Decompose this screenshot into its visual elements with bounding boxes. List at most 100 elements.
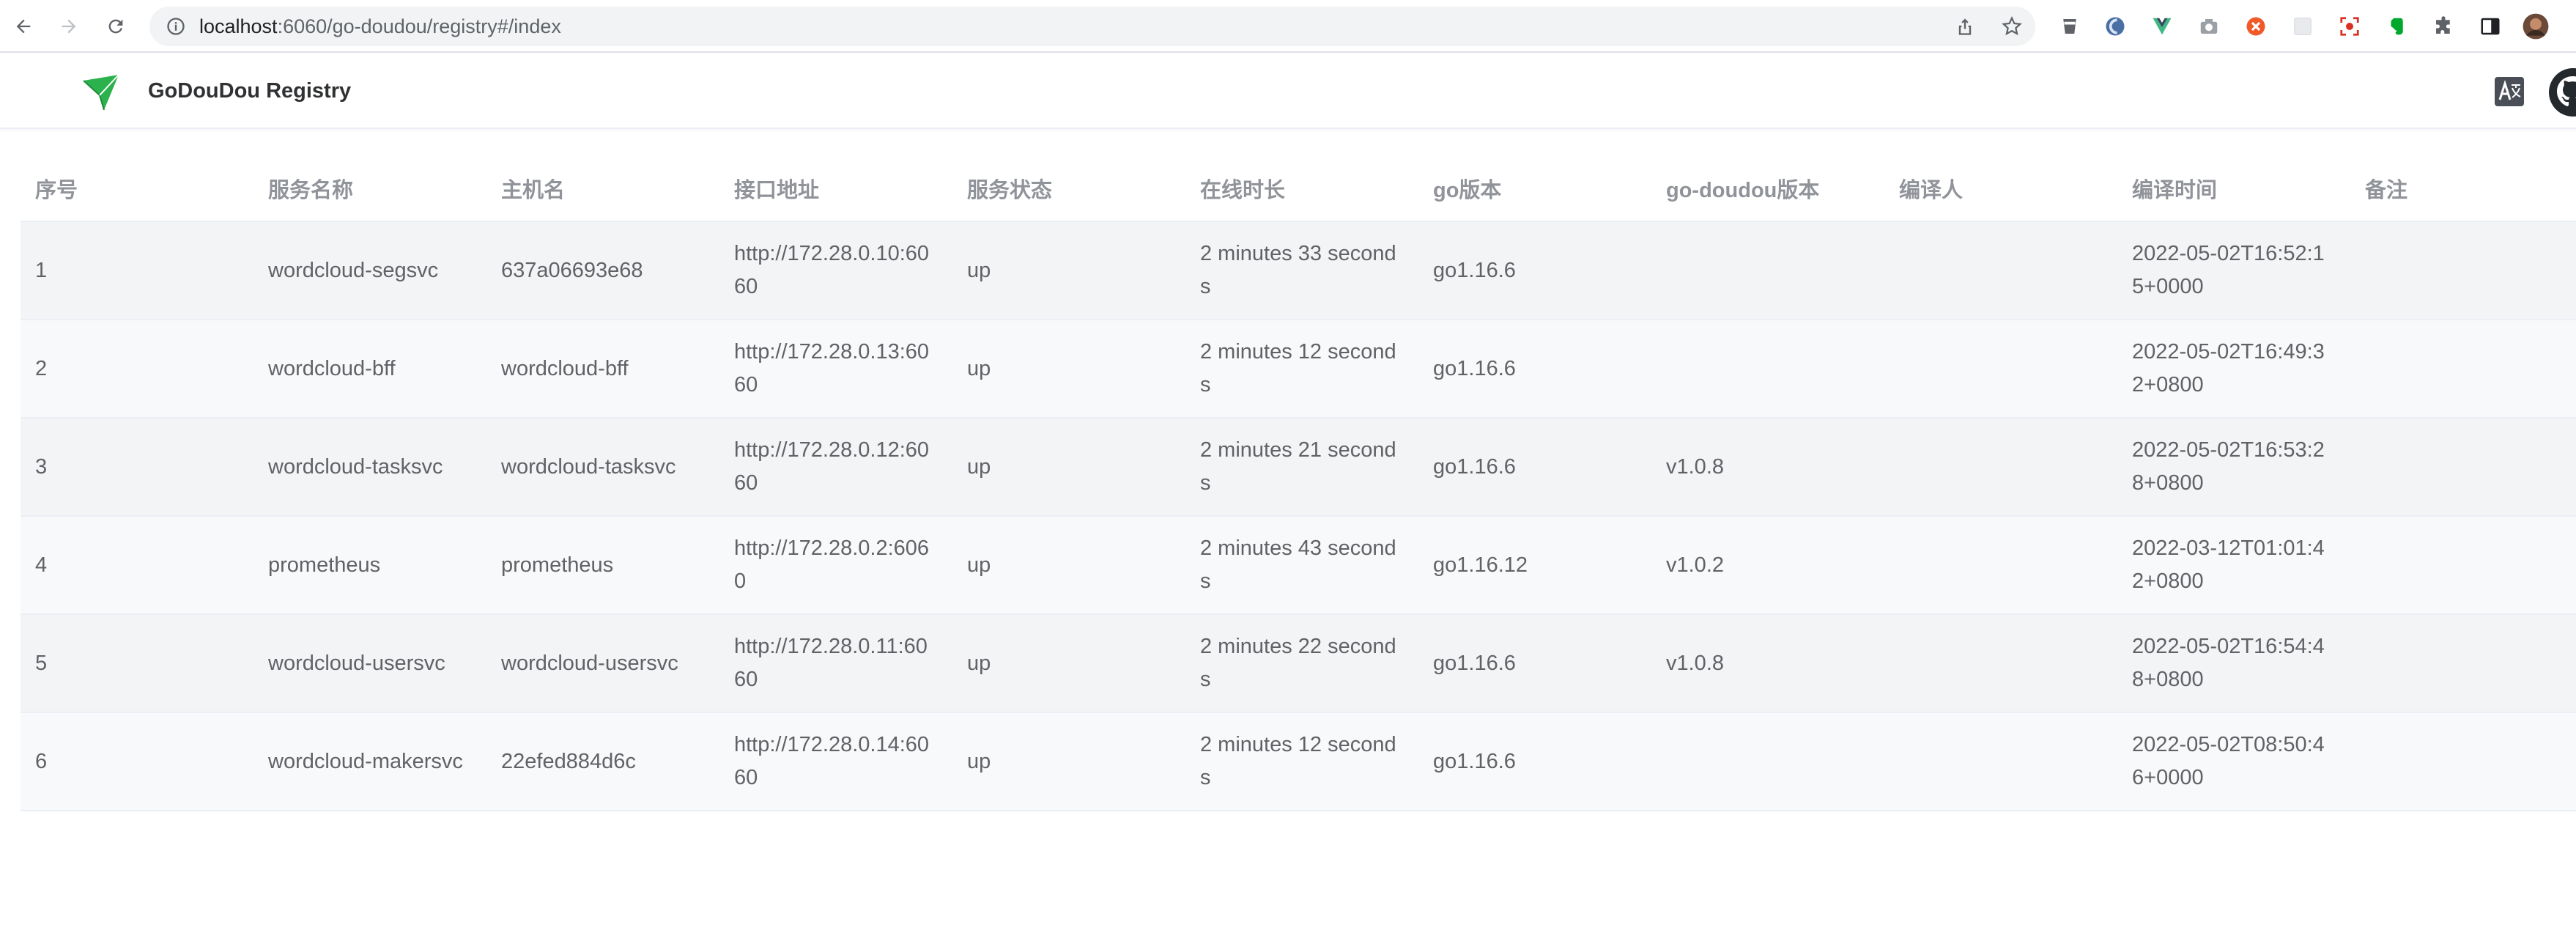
url-text: localhost:6060/go-doudou/registry#/index bbox=[199, 15, 561, 38]
cell-index: 6 bbox=[21, 712, 253, 811]
cell-go-version: go1.16.12 bbox=[1418, 516, 1651, 615]
table-row[interactable]: 1 wordcloud-segsvc 637a06693e68 http://1… bbox=[21, 221, 2576, 320]
column-header-uptime[interactable]: 在线时长 bbox=[1185, 155, 1418, 222]
registry-table-wrapper: 序号 服务名称 主机名 接口地址 服务状态 在线时长 go版本 go-doudo… bbox=[21, 155, 2576, 811]
cell-hostname: wordcloud-usersvc bbox=[486, 614, 719, 713]
extension-vue-icon[interactable] bbox=[2147, 11, 2177, 42]
cell-hostname: wordcloud-tasksvc bbox=[486, 418, 719, 517]
cell-builder bbox=[1884, 712, 2117, 811]
forward-button[interactable] bbox=[51, 9, 86, 44]
cell-build-time: 2022-05-02T16:54:48+0800 bbox=[2117, 614, 2350, 713]
cell-index: 4 bbox=[21, 516, 253, 615]
side-panel-icon[interactable] bbox=[2475, 11, 2506, 42]
reload-button[interactable] bbox=[98, 9, 133, 44]
extension-screenshot-icon[interactable] bbox=[2334, 11, 2365, 42]
cell-remark bbox=[2350, 614, 2576, 713]
extension-orange-x-icon[interactable] bbox=[2240, 11, 2271, 42]
back-button[interactable] bbox=[6, 9, 41, 44]
extension-blue-circle-icon[interactable] bbox=[2100, 11, 2131, 42]
cell-address: http://172.28.0.2:6060 bbox=[719, 516, 952, 615]
extensions-puzzle-icon[interactable] bbox=[2428, 11, 2459, 42]
cell-status: up bbox=[952, 516, 1185, 615]
cell-uptime: 2 minutes 12 seconds bbox=[1185, 320, 1418, 418]
service-registry-table: 序号 服务名称 主机名 接口地址 服务状态 在线时长 go版本 go-doudo… bbox=[21, 155, 2576, 811]
cell-remark bbox=[2350, 712, 2576, 811]
cell-godoudou-version bbox=[1651, 712, 1884, 811]
back-arrow-icon bbox=[16, 19, 31, 34]
cell-remark bbox=[2350, 221, 2576, 320]
site-info-icon[interactable] bbox=[158, 9, 193, 44]
cell-status: up bbox=[952, 320, 1185, 418]
cell-godoudou-version: v1.0.8 bbox=[1651, 614, 1884, 713]
cell-builder bbox=[1884, 320, 2117, 418]
cell-build-time: 2022-05-02T08:50:46+0000 bbox=[2117, 712, 2350, 811]
cell-address: http://172.28.0.11:6060 bbox=[719, 614, 952, 713]
cell-uptime: 2 minutes 33 seconds bbox=[1185, 221, 1418, 320]
table-row[interactable]: 3 wordcloud-tasksvc wordcloud-tasksvc ht… bbox=[21, 418, 2576, 517]
url-path: :6060/go-doudou/registry#/index bbox=[277, 15, 561, 37]
column-header-remark[interactable]: 备注 bbox=[2350, 155, 2576, 222]
extension-camera-icon[interactable] bbox=[2194, 11, 2224, 42]
cell-go-version: go1.16.6 bbox=[1418, 221, 1651, 320]
table-row[interactable]: 2 wordcloud-bff wordcloud-bff http://172… bbox=[21, 320, 2576, 418]
cell-index: 3 bbox=[21, 418, 253, 517]
address-bar[interactable]: localhost:6060/go-doudou/registry#/index bbox=[149, 7, 2035, 46]
column-header-status[interactable]: 服务状态 bbox=[952, 155, 1185, 222]
github-icon[interactable] bbox=[2548, 67, 2576, 117]
cell-address: http://172.28.0.12:6060 bbox=[719, 418, 952, 517]
table-row[interactable]: 6 wordcloud-makersvc 22efed884d6c http:/… bbox=[21, 712, 2576, 811]
cell-build-time: 2022-05-02T16:49:32+0800 bbox=[2117, 320, 2350, 418]
cell-status: up bbox=[952, 712, 1185, 811]
cell-hostname: 22efed884d6c bbox=[486, 712, 719, 811]
cell-builder bbox=[1884, 221, 2117, 320]
cell-service-name: wordcloud-bff bbox=[253, 320, 486, 418]
extension-blank-icon[interactable] bbox=[2287, 11, 2318, 42]
column-header-go-version[interactable]: go版本 bbox=[1418, 155, 1651, 222]
translate-icon[interactable] bbox=[2494, 76, 2525, 107]
cell-status: up bbox=[952, 418, 1185, 517]
column-header-index[interactable]: 序号 bbox=[21, 155, 253, 222]
cell-address: http://172.28.0.10:6060 bbox=[719, 221, 952, 320]
cell-status: up bbox=[952, 614, 1185, 713]
cell-hostname: 637a06693e68 bbox=[486, 221, 719, 320]
table-row[interactable]: 4 prometheus prometheus http://172.28.0.… bbox=[21, 516, 2576, 615]
app-title[interactable]: GoDouDou Registry bbox=[148, 79, 351, 103]
column-header-address[interactable]: 接口地址 bbox=[719, 155, 952, 222]
extension-evernote-icon[interactable] bbox=[2381, 11, 2412, 42]
cell-address: http://172.28.0.13:6060 bbox=[719, 320, 952, 418]
reload-icon bbox=[108, 19, 123, 34]
share-icon[interactable] bbox=[1947, 7, 1983, 46]
column-header-build-time[interactable]: 编译时间 bbox=[2117, 155, 2350, 222]
bookmark-star-icon[interactable] bbox=[1994, 7, 2029, 46]
cell-godoudou-version: v1.0.2 bbox=[1651, 516, 1884, 615]
app-header: GoDouDou Registry bbox=[0, 53, 2576, 129]
cell-uptime: 2 minutes 43 seconds bbox=[1185, 516, 1418, 615]
browser-toolbar: localhost:6060/go-doudou/registry#/index bbox=[0, 0, 2576, 53]
column-header-service-name[interactable]: 服务名称 bbox=[253, 155, 486, 222]
cell-builder bbox=[1884, 614, 2117, 713]
cell-go-version: go1.16.6 bbox=[1418, 320, 1651, 418]
cell-build-time: 2022-05-02T16:53:28+0800 bbox=[2117, 418, 2350, 517]
cell-remark bbox=[2350, 320, 2576, 418]
godoudou-logo-icon[interactable] bbox=[82, 73, 120, 111]
cell-godoudou-version bbox=[1651, 221, 1884, 320]
cell-index: 1 bbox=[21, 221, 253, 320]
cell-index: 2 bbox=[21, 320, 253, 418]
cell-service-name: wordcloud-segsvc bbox=[253, 221, 486, 320]
forward-arrow-icon bbox=[62, 19, 76, 34]
cell-remark bbox=[2350, 418, 2576, 517]
column-header-godoudou-version[interactable]: go-doudou版本 bbox=[1651, 155, 1884, 222]
column-header-builder[interactable]: 编译人 bbox=[1884, 155, 2117, 222]
profile-avatar[interactable] bbox=[2520, 11, 2551, 42]
column-header-hostname[interactable]: 主机名 bbox=[486, 155, 719, 222]
extension-cup-icon[interactable] bbox=[2054, 11, 2085, 42]
table-row[interactable]: 5 wordcloud-usersvc wordcloud-usersvc ht… bbox=[21, 614, 2576, 713]
cell-remark bbox=[2350, 516, 2576, 615]
cell-uptime: 2 minutes 21 seconds bbox=[1185, 418, 1418, 517]
cell-service-name: wordcloud-tasksvc bbox=[253, 418, 486, 517]
cell-service-name: wordcloud-makersvc bbox=[253, 712, 486, 811]
cell-build-time: 2022-03-12T01:01:42+0800 bbox=[2117, 516, 2350, 615]
cell-service-name: wordcloud-usersvc bbox=[253, 614, 486, 713]
cell-build-time: 2022-05-02T16:52:15+0000 bbox=[2117, 221, 2350, 320]
table-header-row: 序号 服务名称 主机名 接口地址 服务状态 在线时长 go版本 go-doudo… bbox=[21, 155, 2576, 222]
